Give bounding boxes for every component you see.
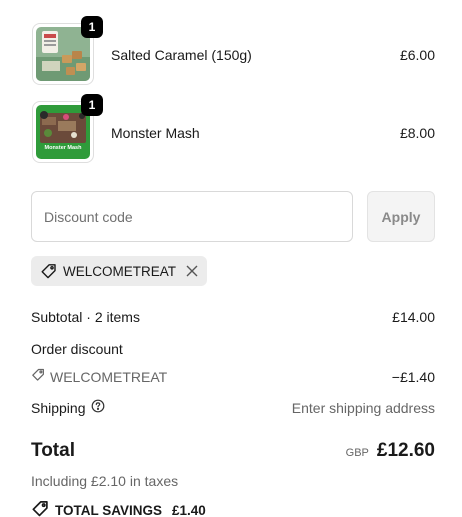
quantity-badge: 1 <box>81 94 103 116</box>
product-name: Monster Mash <box>111 125 200 141</box>
total-value: £12.60 <box>376 440 435 461</box>
order-discount-label: Order discount <box>31 341 123 357</box>
discount-value: −£1.40 <box>391 368 435 385</box>
summary-discount-code: WELCOMETREAT <box>50 368 168 385</box>
order-discount-row: Order discount <box>31 341 435 357</box>
discount-code-info: WELCOMETREAT <box>31 368 167 385</box>
shipping-label: Shipping <box>31 399 86 416</box>
taxes-note: Including £2.10 in taxes <box>31 473 179 489</box>
quantity-badge: 1 <box>81 16 103 38</box>
taxes-row: Including £2.10 in taxes <box>31 473 435 489</box>
shipping-label-group: Shipping <box>31 399 105 416</box>
total-savings-value: £1.40 <box>172 503 206 517</box>
tag-icon <box>31 368 45 385</box>
tag-icon <box>40 263 57 280</box>
applied-discount-chip: WELCOMETREAT <box>31 256 208 286</box>
currency-code: GBP <box>345 447 369 459</box>
total-amount: GBP £12.60 <box>346 440 435 462</box>
subtotal-label: Subtotal · 2 items <box>31 309 140 325</box>
apply-discount-button[interactable]: Apply <box>367 191 435 242</box>
help-icon[interactable] <box>91 399 105 416</box>
product-price: £6.00 <box>399 47 435 63</box>
tag-icon <box>31 500 49 517</box>
total-label: Total <box>31 440 75 461</box>
discount-code-row: WELCOMETREAT −£1.40 <box>31 368 435 385</box>
discount-code-form: Apply <box>31 191 435 242</box>
subtotal-value: £14.00 <box>392 309 435 325</box>
product-price: £8.00 <box>399 125 435 141</box>
cart-line-item: Monster Mash 1 Monster Mash £8.00 <box>32 94 435 165</box>
remove-discount-icon[interactable] <box>186 265 198 277</box>
discount-code-input[interactable] <box>31 191 353 242</box>
total-savings-label: TOTAL SAVINGS <box>55 503 163 517</box>
product-name: Salted Caramel (150g) <box>111 47 252 63</box>
applied-discount-code: WELCOMETREAT <box>63 263 177 279</box>
total-savings-row: TOTAL SAVINGS £1.40 <box>31 500 435 517</box>
product-image-label: Monster Mash <box>44 145 82 151</box>
total-row: Total GBP £12.60 <box>31 440 435 462</box>
product-thumbnail: 1 <box>32 16 103 87</box>
subtotal-row: Subtotal · 2 items £14.00 <box>31 309 435 325</box>
product-thumbnail: Monster Mash 1 <box>32 94 103 165</box>
shipping-row: Shipping Enter shipping address <box>31 399 435 416</box>
shipping-value: Enter shipping address <box>291 399 435 416</box>
cart-line-item: 1 Salted Caramel (150g) £6.00 <box>32 16 435 87</box>
